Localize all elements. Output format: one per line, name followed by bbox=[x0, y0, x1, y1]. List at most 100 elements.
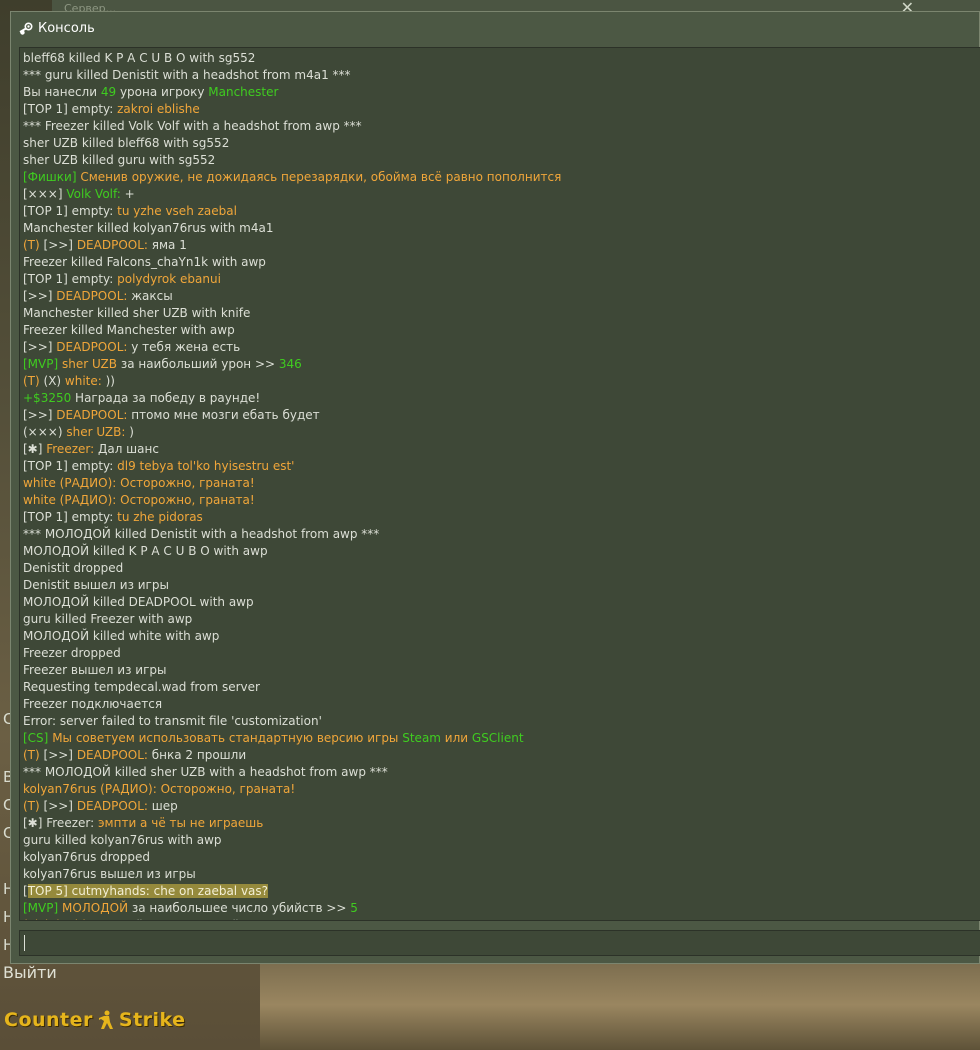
console-line-segment: [MVP] bbox=[23, 357, 62, 371]
console-line: [MVP] МОЛОДОЙ за наибольшее число убийст… bbox=[23, 900, 358, 917]
console-line: [TOP 1] empty: polydyrok ebanui bbox=[23, 271, 221, 288]
console-line-segment: (T) bbox=[23, 238, 44, 252]
console-line-segment: Manchester killed sher UZB with knife bbox=[23, 306, 251, 320]
console-log[interactable]: bleff68 killed K P A C U B O with sg552 *… bbox=[19, 47, 980, 921]
console-line: *** МОЛОДОЙ killed sher UZB with a heads… bbox=[23, 764, 388, 781]
console-line-segment: давай тащи малодой bbox=[106, 918, 240, 920]
console-line-segment: [MVP] bbox=[23, 901, 62, 915]
console-line: [✱] Freezer: эмпти а чё ты не играешь bbox=[23, 815, 263, 832]
console-line-segment: DEADPOOL: bbox=[76, 238, 152, 252]
console-line-segment: [>>] bbox=[43, 748, 77, 762]
console-line-segment: 346 bbox=[278, 357, 302, 371]
console-line: (T) (X) white: )) bbox=[23, 373, 115, 390]
console-line: [>>] DEADPOOL: жаксы bbox=[23, 288, 173, 305]
console-input[interactable] bbox=[19, 930, 980, 956]
console-line-segment: DEADPOOL: bbox=[56, 408, 132, 422]
console-line-segment: Freezer подключается bbox=[23, 697, 163, 711]
console-line-segment: (X) bbox=[43, 374, 65, 388]
console-line: Freezer вышел из игры bbox=[23, 662, 166, 679]
console-line: *** guru killed Denistit with a headshot… bbox=[23, 67, 351, 84]
console-window: Консоль bleff68 killed K P A C U B O wit… bbox=[10, 11, 980, 964]
console-line-segment: шер bbox=[151, 799, 178, 813]
console-line-segment: + bbox=[124, 187, 135, 201]
console-line: guru killed kolyan76rus with awp bbox=[23, 832, 222, 849]
console-line: *** МОЛОДОЙ killed Denistit with a heads… bbox=[23, 526, 379, 543]
console-line-segment: 5 bbox=[350, 901, 358, 915]
console-line-segment: Freezer dropped bbox=[23, 646, 121, 660]
menu-item-exit[interactable]: Выйти bbox=[3, 963, 57, 982]
console-line: Вы нанесли 49 урона игроку Manchester bbox=[23, 84, 278, 101]
console-line-segment: DEADPOOL: bbox=[76, 748, 152, 762]
console-line-segment: [TOP 1] empty: bbox=[23, 272, 118, 286]
console-line: guru killed Freezer with awp bbox=[23, 611, 192, 628]
console-line: kolyan76rus вышел из игры bbox=[23, 866, 196, 883]
console-line-segment: Freezer killed Manchester with awp bbox=[23, 323, 235, 337]
console-line-segment: [>>] bbox=[43, 799, 77, 813]
console-line: Error: server failed to transmit file 'c… bbox=[23, 713, 322, 730]
console-line: Manchester killed sher UZB with knife bbox=[23, 305, 250, 322]
console-line-segment: Manchester killed kolyan76rus with m4a1 bbox=[23, 221, 274, 235]
console-line-segment: tu yzhe vseh zaebal bbox=[117, 204, 237, 218]
console-line-segment: dl9 tebya tol'ko hyisestru est' bbox=[117, 459, 295, 473]
console-line-segment: [ bbox=[23, 884, 28, 898]
console-line: white (РАДИО): Осторожно, граната! bbox=[23, 475, 255, 492]
console-line: +$3250 Награда за победу в раунде! bbox=[23, 390, 260, 407]
console-line-segment: white: bbox=[64, 374, 106, 388]
console-line-segment: [✱] bbox=[23, 442, 47, 456]
console-line-segment: [TOP 1] empty: bbox=[23, 510, 118, 524]
console-line: Requesting tempdecal.wad from server bbox=[23, 679, 260, 696]
console-line-segment: 49 bbox=[100, 85, 117, 99]
console-line-segment: бнка 2 прошли bbox=[151, 748, 247, 762]
console-line: [TOP 1] empty: tu yzhe vseh zaebal bbox=[23, 203, 237, 220]
console-line-segment: zakroi eblishe bbox=[117, 102, 200, 116]
console-line: kolyan76rus dropped bbox=[23, 849, 150, 866]
console-line: [×××] Volk Volf: + bbox=[23, 186, 135, 203]
console-line: МОЛОДОЙ killed K P A C U B O with awp bbox=[23, 543, 268, 560]
console-line: Freezer killed Manchester with awp bbox=[23, 322, 235, 339]
console-line-segment: ) bbox=[129, 425, 134, 439]
console-line-segment: TOP 5] cutmyhands: che on zaebal vas? bbox=[27, 884, 269, 898]
console-line-segment: DEADPOOL: bbox=[56, 289, 132, 303]
console-line-segment: +$3250 bbox=[23, 391, 76, 405]
console-line: (×××) sher UZB: ) bbox=[23, 424, 134, 441]
console-line-segment: Requesting tempdecal.wad from server bbox=[23, 680, 260, 694]
console-line-segment: [TOP 1] empty: bbox=[23, 204, 118, 218]
console-line-segment: tu zhe pidoras bbox=[117, 510, 203, 524]
console-line: *** Freezer killed Volk Volf with a head… bbox=[23, 118, 362, 135]
console-titlebar[interactable]: Консоль bbox=[11, 12, 979, 46]
console-line: Freezer dropped bbox=[23, 645, 121, 662]
console-line-segment: птомо мне мозги ебать будет bbox=[131, 408, 320, 422]
console-line-segment: kolyan76rus (РАДИО): Осторожно, граната! bbox=[23, 782, 296, 796]
console-line-segment: *** guru killed Denistit with a headshot… bbox=[23, 68, 351, 82]
console-line: (T) [>>] DEADPOOL: яма 1 bbox=[23, 237, 187, 254]
console-line-segment: Мы советуем использовать стандартную вер… bbox=[52, 731, 403, 745]
console-line-segment: sher UZB killed bleff68 with sg552 bbox=[23, 136, 230, 150]
console-line-segment: МОЛОДОЙ bbox=[61, 901, 132, 915]
console-line: [TOP 1] empty: tu zhe pidoras bbox=[23, 509, 203, 526]
console-line-segment: [TOP 1] empty: bbox=[23, 459, 118, 473]
console-line-segment: kolyan76rus вышел из игры bbox=[23, 867, 196, 881]
console-line-segment: (T) bbox=[23, 799, 44, 813]
console-line-segment: [>>] bbox=[23, 408, 57, 422]
console-line-segment: Volk Volf: bbox=[66, 187, 125, 201]
console-line-segment: МОЛОДОЙ killed K P A C U B O with awp bbox=[23, 544, 268, 558]
console-line-segment: за наибольший урон >> bbox=[120, 357, 279, 371]
console-line-segment: или bbox=[440, 731, 472, 745]
cs-soldier-icon bbox=[98, 1010, 113, 1029]
console-line-segment: GSClient bbox=[471, 731, 524, 745]
console-line: white (РАДИО): Осторожно, граната! bbox=[23, 492, 255, 509]
console-line-segment: Дал шанс bbox=[97, 442, 159, 456]
console-line-segment: DEADPOOL: bbox=[56, 340, 132, 354]
console-line-segment: polydyrok ebanui bbox=[117, 272, 221, 286]
console-line-segment: Награда за победу в раунде! bbox=[75, 391, 261, 405]
console-line-segment: Вы нанесли bbox=[23, 85, 101, 99]
console-line-segment: guru killed kolyan76rus with awp bbox=[23, 833, 222, 847]
console-line-segment: [×××] bbox=[23, 187, 67, 201]
console-line-segment: Freezer killed Falcons_chaYn1k with awp bbox=[23, 255, 266, 269]
console-line-segment: (T) bbox=[23, 748, 44, 762]
console-line-segment: [TOP 1] empty: bbox=[23, 102, 118, 116]
console-line-segment: kolyan76rus dropped bbox=[23, 850, 150, 864]
console-line-segment: *** МОЛОДОЙ killed Denistit with a heads… bbox=[23, 527, 380, 541]
console-line-segment: [>>] bbox=[23, 289, 57, 303]
console-line-segment: *** Freezer killed Volk Volf with a head… bbox=[23, 119, 362, 133]
